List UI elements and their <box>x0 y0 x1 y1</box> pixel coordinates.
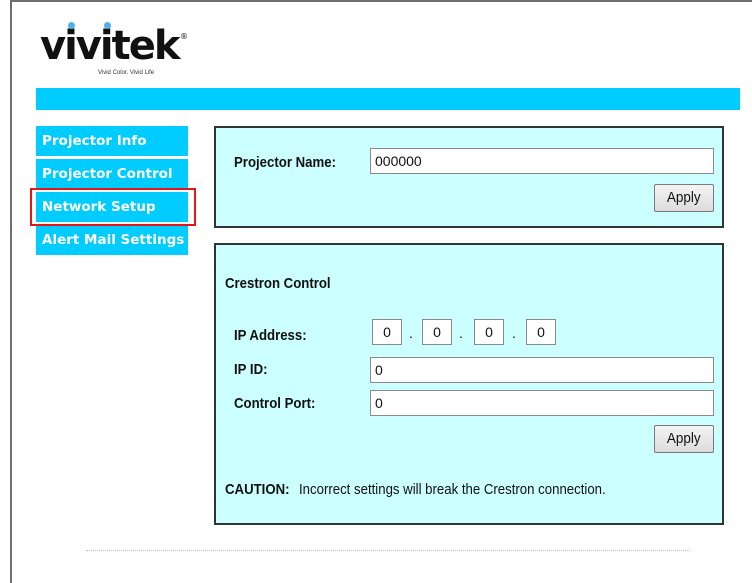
apply-button-label: Apply <box>667 430 701 447</box>
projector-name-label: Projector Name: <box>234 154 336 171</box>
projector-name-apply-button[interactable]: Apply <box>654 184 714 212</box>
ip-separator: . <box>409 325 413 341</box>
logo-dot-icon <box>68 22 75 29</box>
logo-wordmark: vivitek <box>40 23 180 69</box>
projector-name-input[interactable] <box>370 148 714 174</box>
ip-octet-2-input[interactable] <box>422 319 452 345</box>
logo-dot-icon <box>104 22 111 29</box>
nav-item-alert-mail-settings[interactable]: Alert Mail Settings <box>36 225 188 255</box>
ip-octet-1-input[interactable] <box>372 319 402 345</box>
ip-separator: . <box>459 325 463 341</box>
apply-button-label: Apply <box>667 189 701 206</box>
caution-text: Incorrect settings will break the Crestr… <box>299 481 606 498</box>
caution-label: CAUTION: <box>225 481 290 498</box>
crestron-control-panel: Crestron Control IP Address: . . . IP ID… <box>214 243 724 525</box>
window-frame-left <box>10 0 12 583</box>
vivitek-logo: vivitek ® Vivid Color. Vivid Life <box>40 20 200 78</box>
control-port-label: Control Port: <box>234 395 316 412</box>
window-frame-top <box>10 0 752 2</box>
crestron-apply-button[interactable]: Apply <box>654 425 714 453</box>
crestron-control-title: Crestron Control <box>225 275 331 292</box>
registered-mark: ® <box>180 32 188 41</box>
nav-item-projector-control[interactable]: Projector Control <box>36 159 188 189</box>
projector-name-panel: Projector Name: Apply <box>214 126 724 228</box>
ip-octet-3-input[interactable] <box>474 319 504 345</box>
ip-octet-4-input[interactable] <box>526 319 556 345</box>
footer-divider <box>86 550 690 551</box>
ip-address-label: IP Address: <box>234 327 307 344</box>
ip-id-label: IP ID: <box>234 361 268 378</box>
header-banner <box>36 88 740 110</box>
control-port-input[interactable] <box>370 390 714 416</box>
logo-tagline: Vivid Color. Vivid Life <box>98 70 155 76</box>
ip-id-input[interactable] <box>370 357 714 383</box>
nav-item-projector-info[interactable]: Projector Info <box>36 126 188 156</box>
nav-item-network-setup[interactable]: Network Setup <box>36 192 188 222</box>
ip-separator: . <box>512 325 516 341</box>
